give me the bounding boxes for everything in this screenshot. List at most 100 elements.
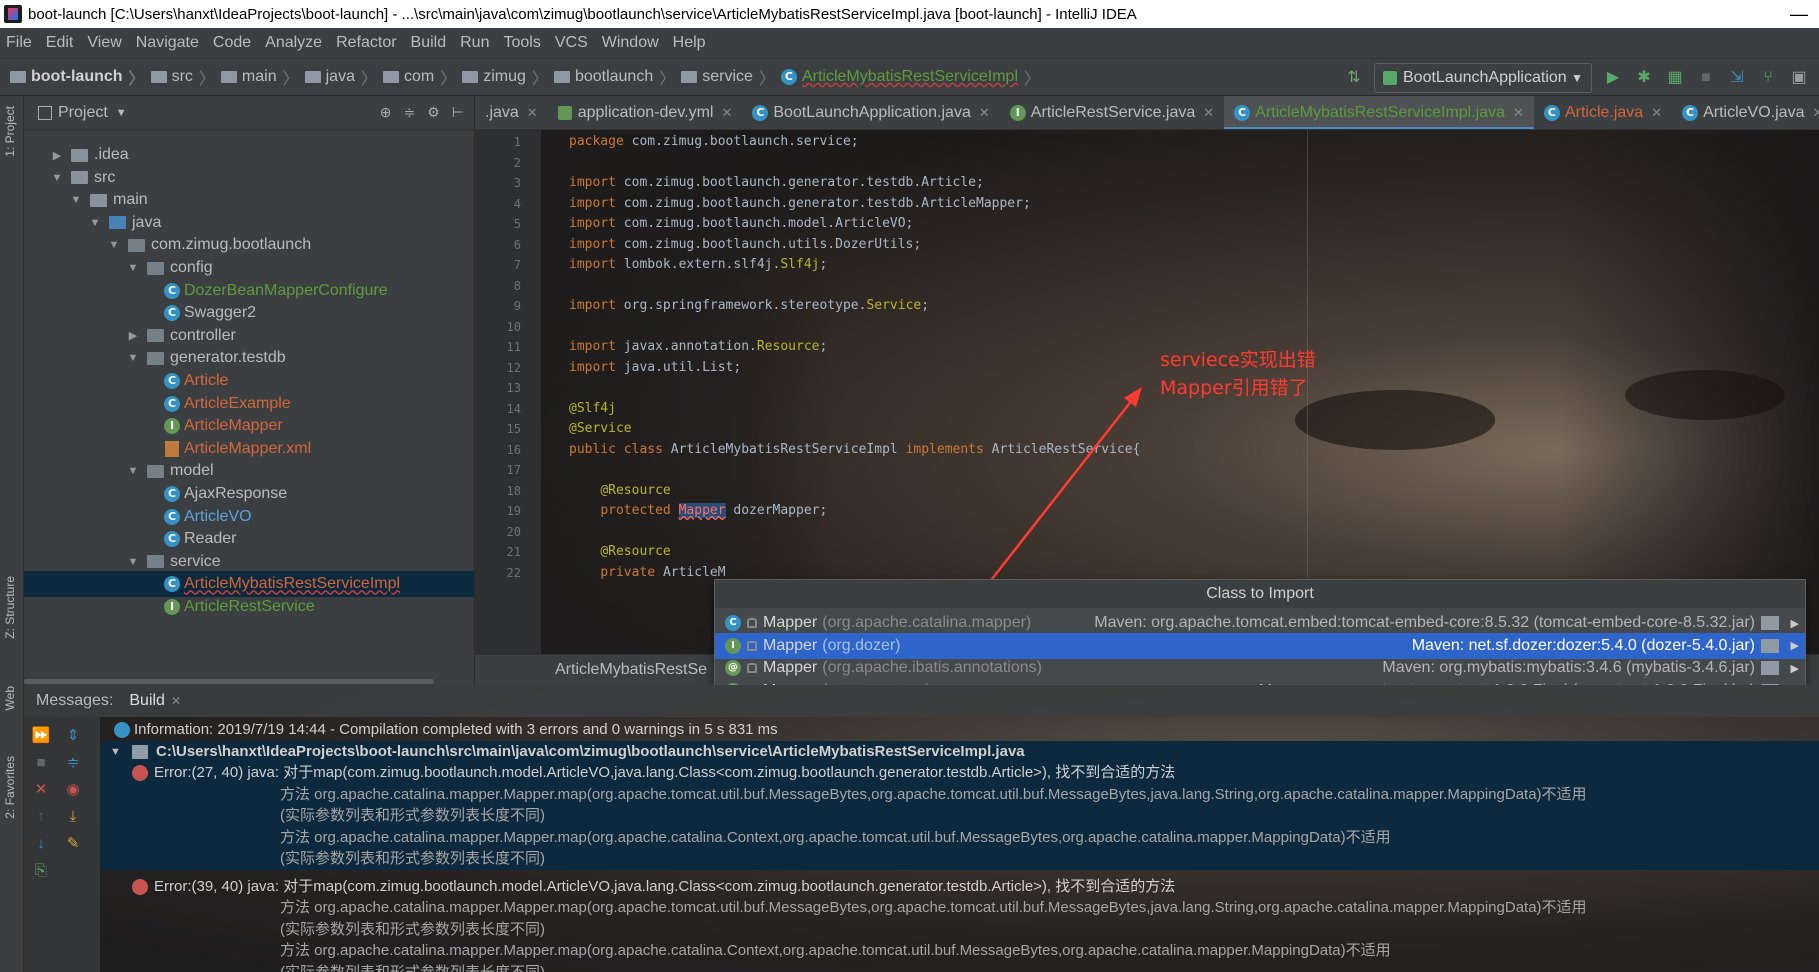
message-detail[interactable]: (实际参数列表和形式参数列表长度不同) (100, 962, 1819, 972)
submenu-arrow-icon[interactable]: ▶ (1791, 639, 1799, 652)
code-line[interactable]: 16 public class ArticleMybatisRestService… (507, 440, 1819, 460)
breadcrumb-bootlaunch[interactable]: bootlaunch 〉 (553, 65, 675, 89)
message-detail[interactable]: 方法 org.apache.catalina.mapper.Mapper.map… (100, 826, 1819, 849)
menu-refactor[interactable]: Refactor (336, 34, 396, 52)
collapsed-arrow-icon[interactable]: ▶ (49, 149, 65, 162)
message-detail[interactable]: 方法 org.apache.catalina.mapper.Mapper.map… (100, 783, 1819, 806)
editor-tab-bootlaunchapplication-java[interactable]: C BootLaunchApplication.java ✕ (742, 96, 999, 129)
expanded-arrow-icon[interactable]: ▼ (125, 465, 141, 477)
debug-icon[interactable]: ✱ (1633, 67, 1655, 89)
close-icon[interactable]: ✕ (1812, 105, 1819, 121)
close-icon[interactable]: ✕ (1651, 105, 1662, 121)
breadcrumb-java[interactable]: java 〉 (304, 65, 377, 89)
chevron-down-icon[interactable]: ▼ (116, 107, 127, 119)
breadcrumb-com[interactable]: com 〉 (382, 65, 456, 89)
menu-run[interactable]: Run (460, 34, 489, 52)
editor-tab-application-dev-yml[interactable]: application-dev.yml ✕ (548, 96, 743, 129)
info-message[interactable]: Information: 2019/7/19 14:44 - Compilati… (100, 719, 1819, 741)
menu-help[interactable]: Help (673, 34, 706, 52)
breadcrumb-zimug[interactable]: zimug 〉 (462, 65, 548, 89)
code-line[interactable]: 20 (507, 522, 1819, 542)
code-line[interactable]: 18 @Resource (507, 481, 1819, 501)
code-line[interactable]: 5 import com.zimug.bootlaunch.model.Artic… (514, 214, 1819, 234)
editor-tab-articlevo-java[interactable]: CArticleVO.java✕ (1672, 96, 1819, 129)
vcs-update-icon[interactable]: ⇲ (1726, 67, 1748, 89)
message-detail[interactable]: (实际参数列表和形式参数列表长度不同) (100, 848, 1819, 870)
menu-code[interactable]: Code (213, 34, 251, 52)
gear-icon[interactable]: ⚙ (427, 104, 440, 121)
tree-item-articlerestservice[interactable]: I ArticleRestService (24, 594, 474, 620)
message-detail[interactable]: (实际参数列表和形式参数列表长度不同) (100, 805, 1819, 827)
file-node[interactable]: ▼ C:\Users\hanxt\IdeaProjects\boot-launch… (100, 740, 1819, 763)
code-line[interactable]: 6 import com.zimug.bootlaunch.utils.Dozer… (514, 235, 1819, 255)
project-panel-title[interactable]: Project (58, 104, 108, 122)
code-line[interactable]: 7 import lombok.extern.slf4j.Slf4j; (514, 255, 1819, 275)
collapsed-arrow-icon[interactable]: ▶ (125, 329, 141, 342)
build-tab[interactable]: Build (129, 692, 165, 710)
project-tool-tab[interactable]: 1: Project (3, 106, 17, 157)
favorites-tool-tab[interactable]: 2: Favorites (3, 756, 17, 819)
horizontal-scrollbar[interactable] (24, 677, 474, 685)
menu-edit[interactable]: Edit (46, 34, 74, 52)
code-line[interactable]: 3 import com.zimug.bootlaunch.generator.t… (514, 173, 1819, 193)
export-icon[interactable]: ⤓ (62, 806, 84, 828)
expanded-arrow-icon[interactable]: ▼ (125, 352, 141, 364)
run-configuration-select[interactable]: BootLaunchApplication ▼ (1374, 63, 1592, 93)
code-line[interactable]: 21 @Resource (507, 542, 1819, 562)
vcs-commit-icon[interactable]: ⑂ (1757, 67, 1779, 89)
code-line[interactable]: 17 (507, 460, 1819, 480)
message-detail[interactable]: 方法 org.apache.catalina.mapper.Mapper.map… (100, 940, 1819, 962)
menu-window[interactable]: Window (602, 34, 659, 52)
editor-tab--java[interactable]: .java ✕ (475, 96, 548, 129)
submenu-arrow-icon[interactable]: ▶ (1791, 617, 1799, 630)
menu-navigate[interactable]: Navigate (136, 34, 199, 52)
settings-icon[interactable]: ✎ (62, 833, 84, 855)
collapse-all-icon[interactable]: ≑ (404, 104, 416, 121)
close-icon[interactable]: ✕ (527, 105, 538, 121)
sort-icon[interactable]: ⇅ (1343, 67, 1365, 89)
expanded-arrow-icon[interactable]: ▼ (125, 262, 141, 274)
web-tool-tab[interactable]: Web (3, 686, 17, 710)
error-message[interactable]: Error:(39, 40) java: 对于map(com.zimug.boo… (100, 876, 1819, 898)
vcs-history-icon[interactable]: ▣ (1788, 67, 1810, 89)
menu-view[interactable]: View (87, 34, 121, 52)
expanded-arrow-icon[interactable]: ▼ (87, 217, 103, 229)
close-icon[interactable]: ✕ (171, 694, 181, 708)
close-icon[interactable]: ✕ (721, 105, 732, 121)
code-line[interactable]: 9 import org.springframework.stereotype.S… (514, 296, 1819, 316)
expanded-arrow-icon[interactable]: ▼ (68, 194, 84, 206)
message-detail[interactable]: 方法 org.apache.catalina.mapper.Mapper.map… (100, 897, 1819, 919)
expanded-arrow-icon[interactable]: ▼ (106, 239, 122, 251)
code-line[interactable]: 2 (514, 153, 1819, 173)
collapse-all-icon[interactable]: ≑ (62, 752, 84, 774)
menu-file[interactable]: File (6, 34, 32, 52)
filter-errors-icon[interactable]: ◉ (62, 779, 84, 801)
next-icon[interactable]: ↓ (30, 833, 52, 855)
stop-icon[interactable]: ■ (30, 752, 52, 774)
breadcrumb-class[interactable]: C ArticleMybatisRestServiceImpl 〉 (780, 65, 1040, 89)
expanded-arrow-icon[interactable]: ▼ (49, 172, 65, 184)
breadcrumb-main[interactable]: main 〉 (220, 65, 299, 89)
stop-icon[interactable]: ■ (1695, 67, 1717, 89)
submenu-arrow-icon[interactable]: ▶ (1791, 662, 1799, 675)
close-icon[interactable]: ✕ (30, 779, 52, 801)
menu-analyze[interactable]: Analyze (265, 34, 322, 52)
message-detail[interactable]: (实际参数列表和形式参数列表长度不同) (100, 919, 1819, 941)
code-line[interactable]: 19 protected Mapper dozerMapper; (507, 501, 1819, 521)
error-message[interactable]: Error:(27, 40) java: 对于map(com.zimug.boo… (100, 762, 1819, 784)
code-line[interactable]: 15 @Service (507, 419, 1819, 439)
expanded-arrow-icon[interactable]: ▼ (125, 556, 141, 568)
rerun-icon[interactable]: ⏩ (30, 725, 52, 747)
close-icon[interactable]: ✕ (979, 105, 990, 121)
menu-tools[interactable]: Tools (503, 34, 540, 52)
code-line[interactable]: 4 import com.zimug.bootlaunch.generator.t… (514, 194, 1819, 214)
hide-panel-icon[interactable]: ⊢ (452, 104, 464, 121)
locate-icon[interactable]: ⊕ (380, 104, 392, 121)
code-editor[interactable]: 1 package com.zimug.bootlaunch.service; 2 3… (475, 130, 1819, 654)
menu-build[interactable]: Build (411, 34, 447, 52)
editor-tab-article-java[interactable]: C Article.java ✕ (1534, 96, 1672, 129)
structure-tool-tab[interactable]: Z: Structure (3, 576, 17, 639)
editor-tab-articlerestservice-java[interactable]: I ArticleRestService.java ✕ (1000, 96, 1224, 129)
expanded-arrow-icon[interactable]: ▼ (110, 741, 121, 763)
menu-vcs[interactable]: VCS (555, 34, 588, 52)
